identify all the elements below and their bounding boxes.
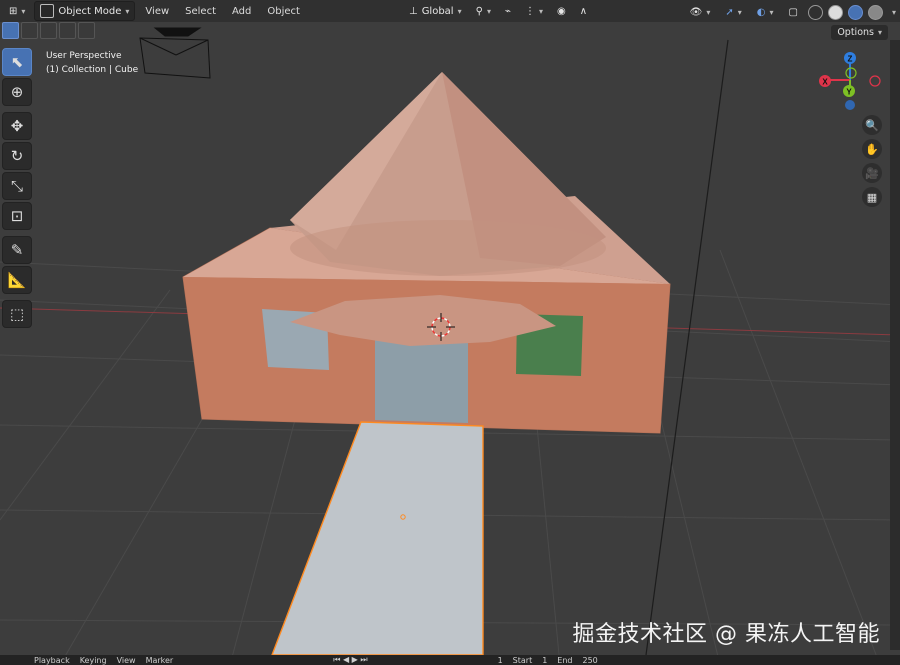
tool-shelf: ⬉ ⊕ ✥ ↻ ⤡ ⊡ ✎ 📐 ⬚ (2, 48, 32, 330)
sidebar-edge[interactable] (890, 40, 900, 650)
viewport-info: User Perspective (1) Collection | Cube (46, 49, 138, 77)
xray-toggle-icon[interactable]: ▢ (784, 3, 803, 21)
scene[interactable]: Z X Y (0, 0, 900, 665)
camera-view-icon[interactable]: 🎥 (862, 163, 882, 183)
wireframe-shading-icon[interactable] (807, 4, 823, 20)
move-icon[interactable]: ✥ (2, 112, 32, 140)
gizmo-y-label: Y (846, 88, 852, 97)
pivot-point-button[interactable]: ⚲ ▾ (471, 2, 496, 20)
solid-shading-icon[interactable] (827, 4, 843, 20)
options-label: Options (837, 27, 874, 38)
end-label: End (557, 655, 573, 665)
select-new-icon[interactable] (2, 22, 19, 39)
overlay-toggle-icon[interactable]: ◐ ▾ (752, 3, 779, 21)
menu-select[interactable]: Select (179, 2, 222, 20)
timeline-keying[interactable]: Keying (80, 656, 107, 665)
path-plane-selected[interactable] (270, 421, 484, 656)
gizmo-z-label: Z (848, 55, 853, 64)
orientation-icon: ⊥ (408, 5, 418, 17)
shading-options-caret[interactable]: ▾ (892, 8, 896, 17)
transform-orientation-select[interactable]: ⊥ Global ▾ (404, 2, 467, 20)
gizmo-toggle-icon[interactable]: ➚ ▾ (720, 3, 746, 21)
menu-add[interactable]: Add (226, 2, 257, 20)
perspective-label: User Perspective (46, 51, 122, 61)
proportional-edit-icon[interactable]: ◉ (552, 2, 571, 20)
playback-controls[interactable]: ⏮ ◀ ▶ ⏭ (333, 655, 367, 665)
header-right-tools: 👁 ▾ ➚ ▾ ◐ ▾ ▢ ▾ (685, 3, 896, 21)
timeline-view[interactable]: View (117, 656, 136, 665)
cursor-icon[interactable]: ⊕ (2, 78, 32, 106)
scale-icon[interactable]: ⤡ (2, 172, 32, 200)
mode-label: Object Mode (58, 5, 122, 17)
end-field[interactable]: 250 (583, 656, 598, 665)
options-dropdown[interactable]: Options ▾ (831, 25, 888, 40)
menu-object[interactable]: Object (261, 2, 306, 20)
select-box-icon[interactable]: ⬉ (2, 48, 32, 76)
navigation-gizmo[interactable]: Z X Y (819, 52, 881, 110)
zoom-icon[interactable]: 🔍 (862, 115, 882, 135)
annotate-icon[interactable]: ✎ (2, 236, 32, 264)
timeline-marker[interactable]: Marker (146, 656, 174, 665)
select-subtract-icon[interactable] (40, 22, 57, 39)
select-extend-icon[interactable] (21, 22, 38, 39)
selection-mode-row (0, 22, 95, 40)
current-frame-field[interactable]: 1 (498, 656, 503, 665)
collection-label: (1) Collection | Cube (46, 65, 139, 75)
material-shading-icon[interactable] (847, 4, 863, 20)
gizmo-x-label: X (822, 78, 828, 87)
snap-toggle-icon[interactable]: ⌁ (500, 2, 516, 20)
add-cube-icon[interactable]: ⬚ (2, 300, 32, 328)
timeline-playback[interactable]: Playback (34, 656, 70, 665)
camera-object[interactable] (139, 27, 211, 79)
3d-viewport[interactable]: Z X Y (0, 0, 900, 665)
menu-view[interactable]: View (139, 2, 175, 20)
visibility-icon[interactable]: 👁 ▾ (685, 3, 716, 21)
watermark-text: 掘金技术社区 @ 果冻人工智能 (572, 622, 880, 647)
snap-target-button[interactable]: ⋮ ▾ (520, 2, 548, 20)
start-label: Start (512, 655, 533, 665)
orientation-label: Global (421, 5, 454, 17)
transform-icon[interactable]: ⊡ (2, 202, 32, 230)
house-object[interactable] (182, 72, 671, 434)
rotate-icon[interactable]: ↻ (2, 142, 32, 170)
select-invert-icon[interactable] (59, 22, 76, 39)
rendered-shading-icon[interactable] (867, 4, 883, 20)
select-intersect-icon[interactable] (78, 22, 95, 39)
timeline-header: Playback Keying View Marker ⏮ ◀ ▶ ⏭ 1 St… (0, 655, 900, 665)
object-mode-icon (40, 4, 55, 18)
start-field[interactable]: 1 (542, 656, 547, 665)
editor-type-button[interactable]: ⊞ ▾ (4, 2, 30, 20)
ortho-grid-icon[interactable]: ▦ (862, 187, 882, 207)
falloff-icon[interactable]: ∧ (575, 2, 592, 20)
measure-icon[interactable]: 📐 (2, 266, 32, 294)
pan-hand-icon[interactable]: ✋ (862, 139, 882, 159)
mode-select[interactable]: Object Mode ▾ (34, 1, 136, 21)
